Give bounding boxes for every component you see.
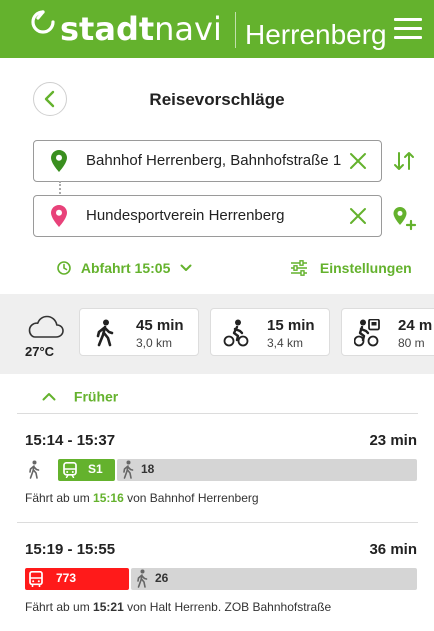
temperature: 27°C xyxy=(25,344,55,359)
origin-pin-icon xyxy=(51,150,67,172)
city-name: Herrenberg xyxy=(245,19,387,50)
departure-label: Abfahrt 15:05 xyxy=(80,260,171,277)
itinerary-duration: 23 min xyxy=(369,432,417,449)
header-divider xyxy=(235,12,236,48)
destination-pin-icon xyxy=(51,205,67,227)
origin-input[interactable]: Bahnhof Herrenberg, Bahnhofstraße 1 xyxy=(86,152,341,169)
stadtnavi-logo-icon xyxy=(31,10,55,34)
earlier-button[interactable]: Früher xyxy=(42,387,118,404)
itinerary-time: 15:14 - 15:37 xyxy=(25,432,116,449)
weather-widget: 27°C xyxy=(19,314,69,364)
mode-bike-time: 15 min xyxy=(267,317,315,334)
mode-walk-time: 45 min xyxy=(136,317,184,334)
bike-and-ride-icon xyxy=(354,319,380,347)
departure-stop: Bahnhof Herrenberg xyxy=(149,491,259,505)
clock-icon xyxy=(57,261,71,276)
departure-time: 15:21 xyxy=(93,600,124,614)
destination-input[interactable]: Hundesportverein Herrenberg xyxy=(86,207,284,224)
walking-icon xyxy=(123,460,134,479)
sliders-icon xyxy=(291,260,307,277)
mode-walk-distance: 3,0 km xyxy=(136,336,173,350)
settings-button[interactable]: Einstellungen xyxy=(290,259,412,276)
bicycle-icon xyxy=(223,319,249,347)
departure-info: Fährt ab um 15:21 von Halt Herrenb. ZOB … xyxy=(25,600,332,614)
departure-stop: Halt Herrenb. ZOB Bahnhofstraße xyxy=(149,600,332,614)
itinerary-duration: 36 min xyxy=(369,541,417,558)
itinerary-time: 15:19 - 15:55 xyxy=(25,541,116,558)
train-leg: S1 xyxy=(58,459,115,481)
earlier-label: Früher xyxy=(73,388,119,405)
departure-info: Fährt ab um 15:16 von Bahnhof Herrenberg xyxy=(25,491,259,505)
page-title: Reisevorschläge xyxy=(149,90,285,109)
app-header: stadtnavi Herrenberg xyxy=(0,0,434,58)
divider xyxy=(17,522,418,523)
mode-bike-distance: 3,4 km xyxy=(267,336,304,350)
departure-time-selector[interactable]: Abfahrt 15:05 xyxy=(57,259,192,276)
cloud-icon xyxy=(28,315,64,338)
train-icon xyxy=(63,462,77,478)
hamburger-menu-button[interactable] xyxy=(394,18,422,42)
bus-icon xyxy=(29,571,43,587)
chevron-down-icon xyxy=(180,264,192,272)
swap-locations-icon[interactable] xyxy=(393,150,415,172)
itinerary-legs-bar: 773 26 xyxy=(25,568,417,590)
transit-line-label: S1 xyxy=(88,462,103,476)
bus-leg: 773 xyxy=(25,568,129,590)
add-via-point-icon[interactable] xyxy=(392,205,418,231)
mode-bike-button[interactable]: 15 min 3,4 km xyxy=(210,308,330,356)
transit-line-label: 773 xyxy=(56,571,77,585)
divider xyxy=(17,413,418,414)
walking-icon xyxy=(137,569,148,588)
walk-minutes: 26 xyxy=(155,571,169,585)
mode-bike-transit-time: 24 m xyxy=(398,317,433,334)
itinerary-summary[interactable]: 15:19 - 15:55 36 min 773 26 Fährt ab um … xyxy=(25,541,417,621)
walking-icon xyxy=(96,319,114,347)
origin-field[interactable]: Bahnhof Herrenberg, Bahnhofstraße 1 xyxy=(33,140,382,182)
walk-leg: 18 xyxy=(117,459,417,481)
walk-minutes: 18 xyxy=(141,462,155,476)
itinerary-legs-bar: S1 18 xyxy=(25,459,417,481)
clear-destination-icon[interactable] xyxy=(349,207,367,225)
mode-bike-transit-distance: 80 m xyxy=(398,336,425,350)
itinerary-summary[interactable]: 15:14 - 15:37 23 min S1 18 Fährt ab um 1… xyxy=(25,432,417,512)
brand-logo-text: stadtnavi xyxy=(60,10,222,48)
mode-walk-button[interactable]: 45 min 3,0 km xyxy=(79,308,199,356)
departure-time: 15:16 xyxy=(93,491,124,505)
destination-field[interactable]: Hundesportverein Herrenberg xyxy=(33,195,382,237)
walk-leg: 26 xyxy=(131,568,417,590)
chevron-up-icon xyxy=(42,392,56,401)
mode-bike-transit-button[interactable]: 24 m 80 m xyxy=(341,308,434,356)
settings-label: Einstellungen xyxy=(319,260,412,277)
clear-origin-icon[interactable] xyxy=(349,152,367,170)
travel-mode-bar: 27°C 45 min 3,0 km 15 min 3,4 km 24 m 80 xyxy=(0,294,434,374)
walking-icon xyxy=(29,460,40,479)
